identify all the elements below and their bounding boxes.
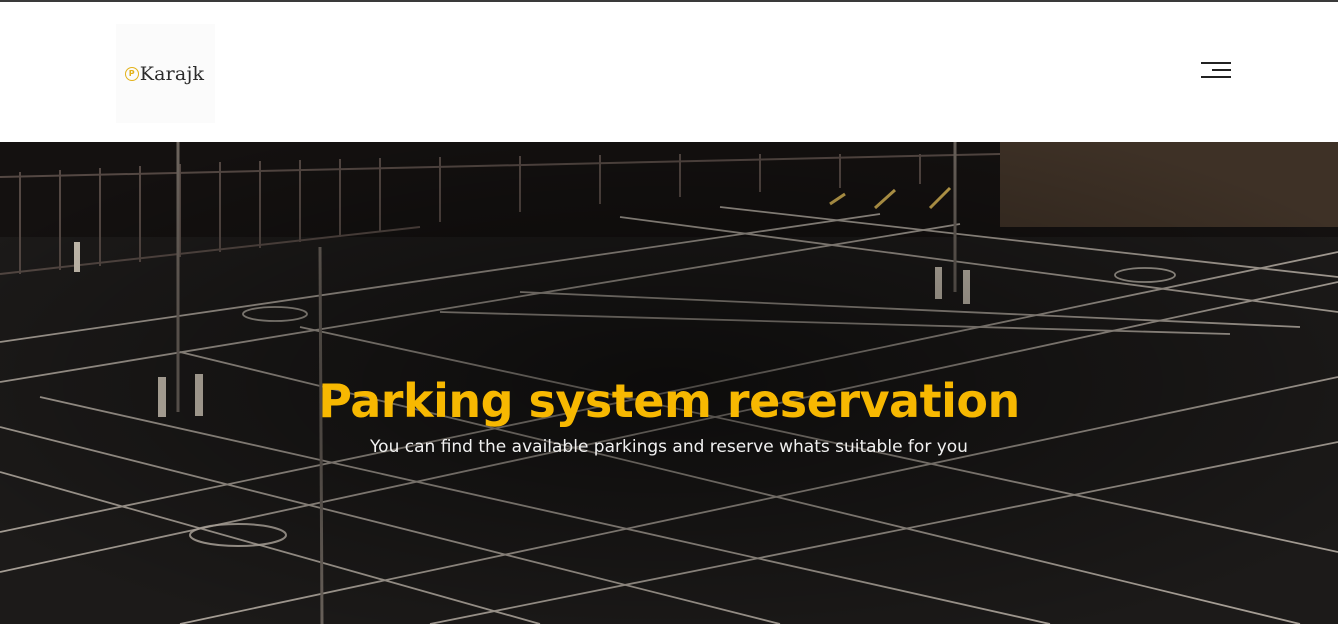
logo-inner: P Karajk bbox=[124, 62, 205, 85]
hamburger-menu-icon[interactable] bbox=[1198, 58, 1234, 82]
logo-text: Karajk bbox=[139, 62, 205, 85]
site-header: P Karajk bbox=[0, 2, 1338, 142]
parking-logo-icon: P bbox=[124, 66, 139, 81]
logo[interactable]: P Karajk bbox=[116, 24, 215, 123]
hero-subtitle: You can find the available parkings and … bbox=[370, 437, 968, 457]
hero-title: Parking system reservation bbox=[318, 374, 1020, 428]
hero-section: Parking system reservation You can find … bbox=[0, 142, 1338, 624]
menu-line-middle bbox=[1212, 69, 1231, 71]
menu-line-bottom bbox=[1201, 76, 1231, 78]
menu-line-top bbox=[1201, 62, 1231, 64]
